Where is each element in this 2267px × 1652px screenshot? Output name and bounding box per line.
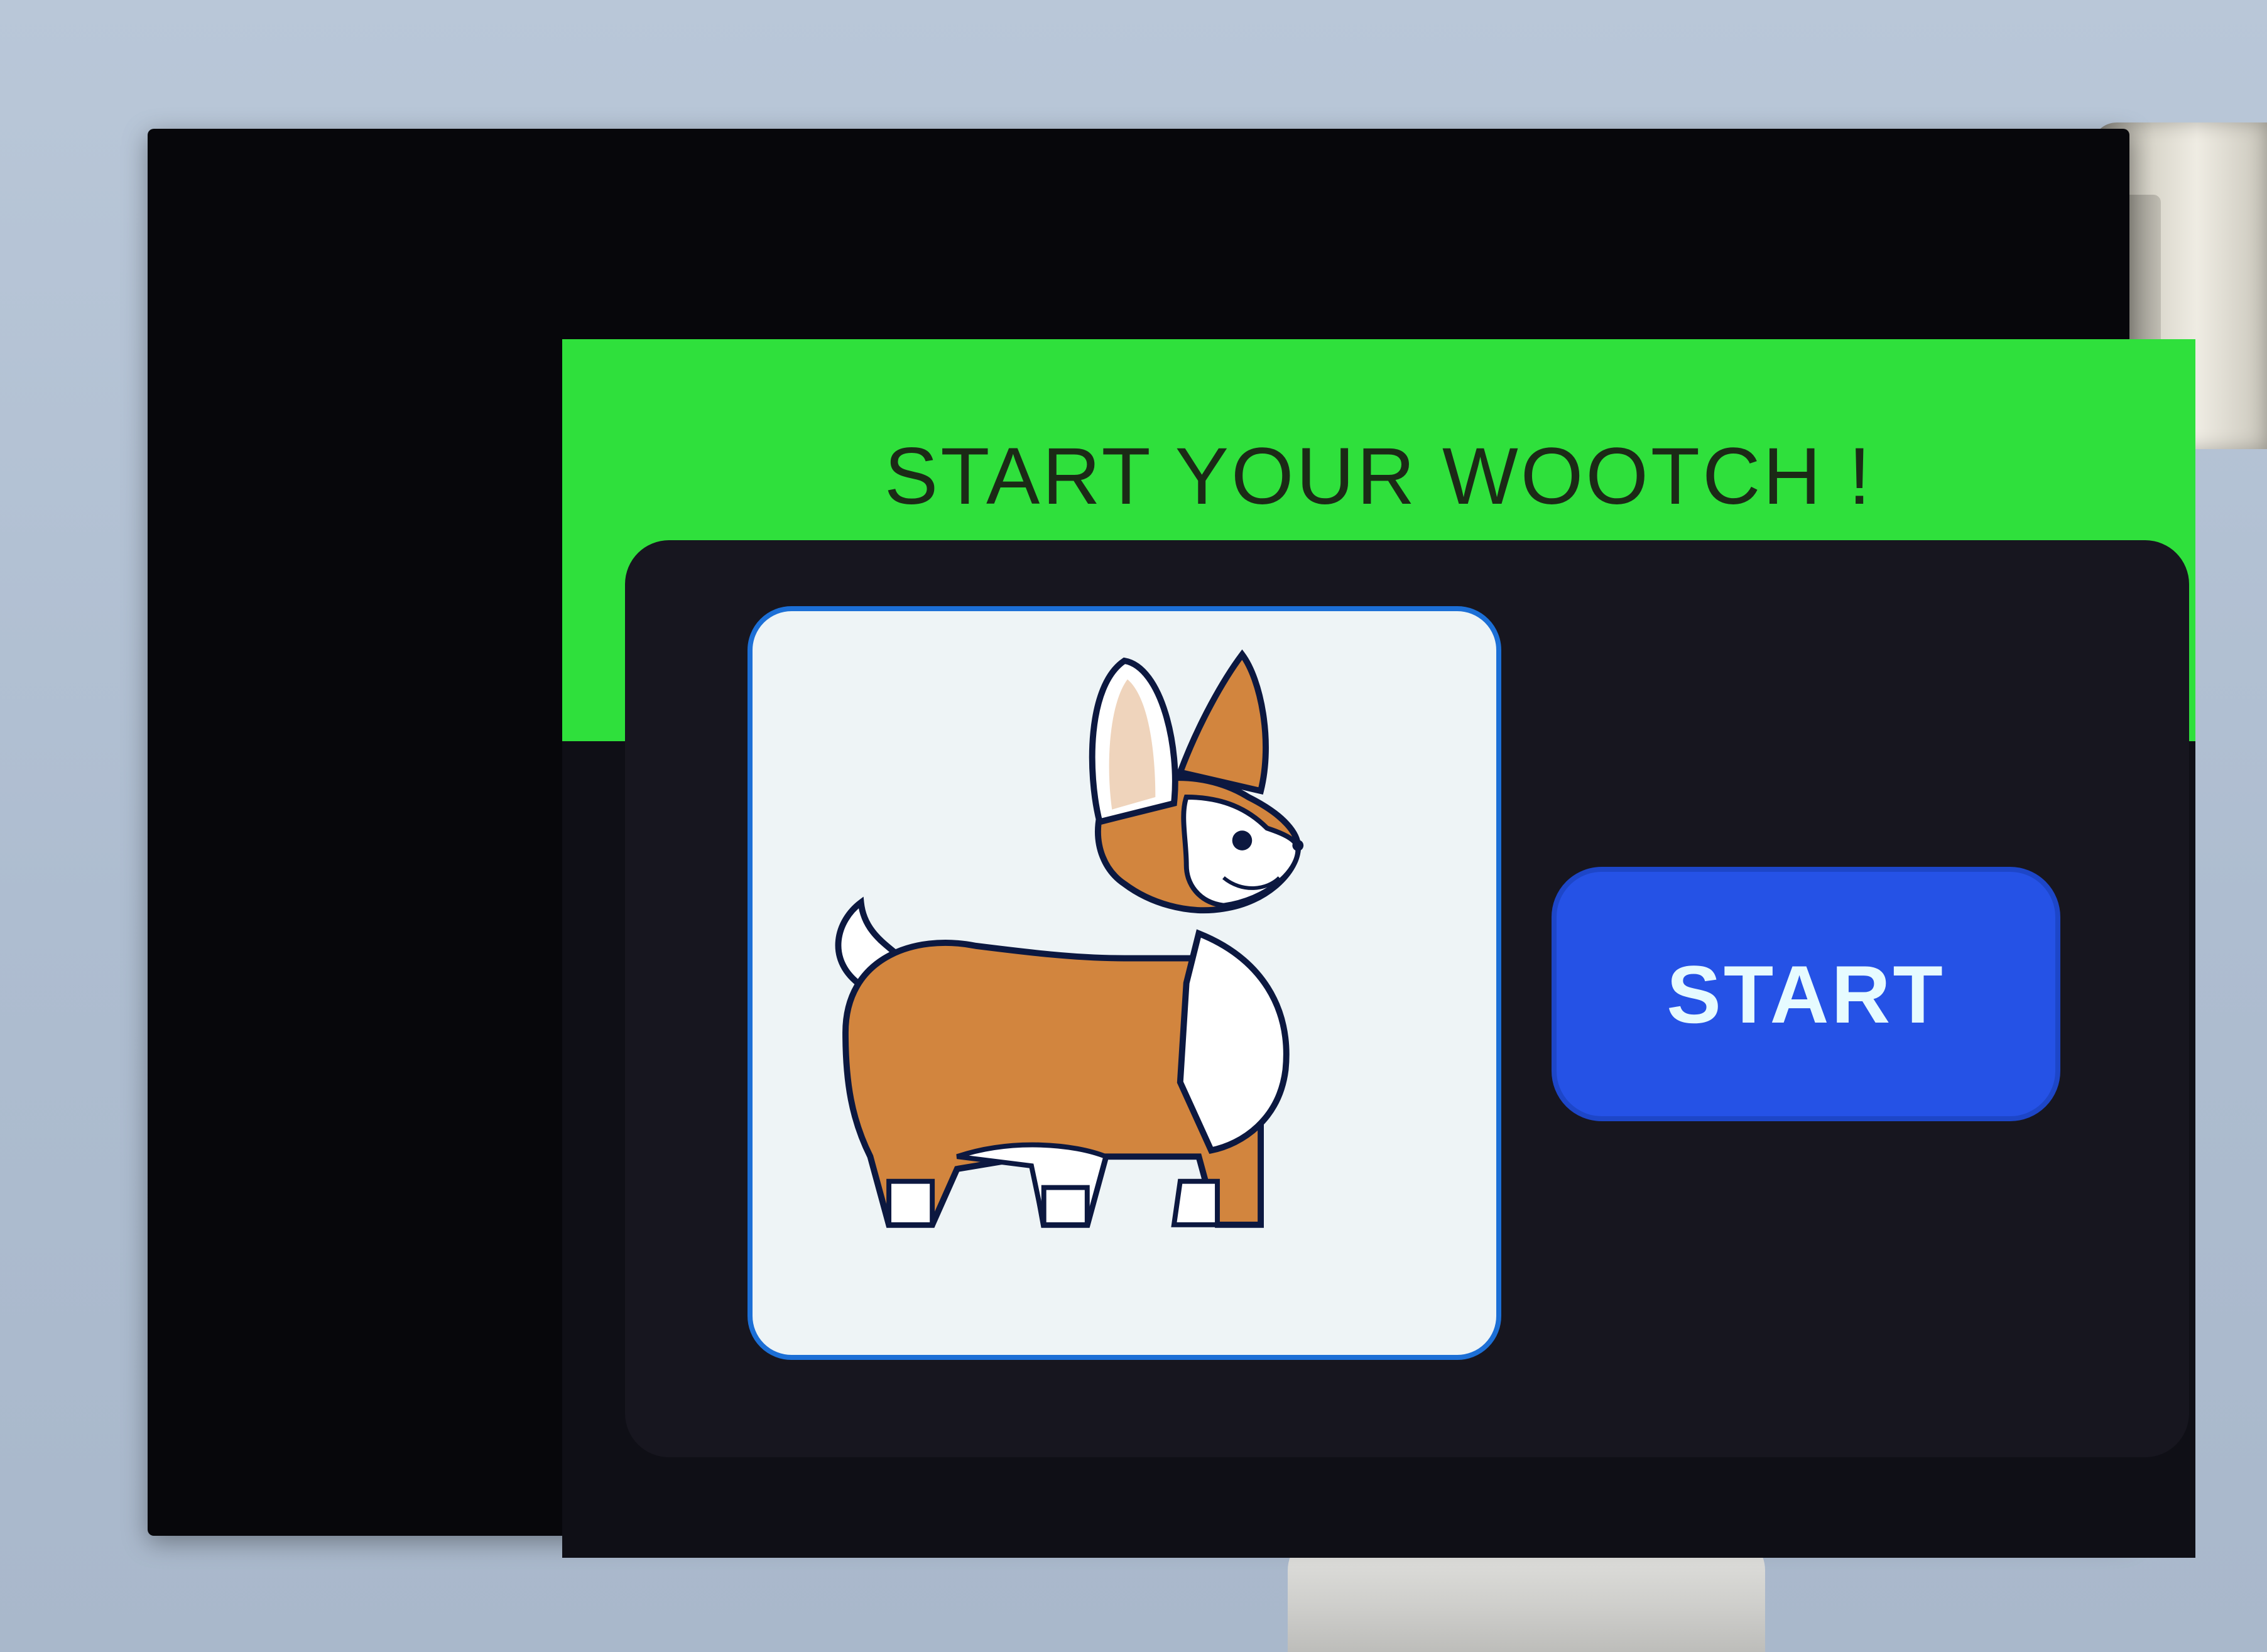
start-button[interactable]: START bbox=[1552, 867, 2060, 1121]
device-bezel: START YOUR WOOTCH ! START bbox=[148, 129, 2195, 1558]
start-button-label: START bbox=[1666, 948, 1945, 1040]
corgi-icon bbox=[835, 649, 1304, 1228]
lcd-screen: START YOUR WOOTCH ! START bbox=[562, 339, 2195, 1558]
corgi-image-card bbox=[748, 606, 1501, 1360]
screen-title: START YOUR WOOTCH ! bbox=[884, 432, 1874, 521]
